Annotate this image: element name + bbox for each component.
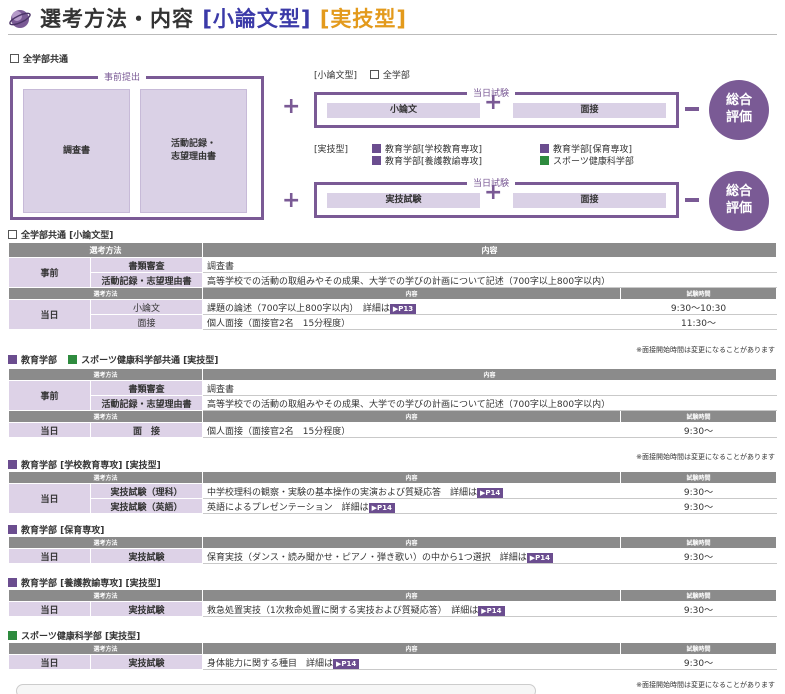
table-row: 活動記録・志望理由書 高等学校での活動の取組みやその成果、大学での学びの計画につ…: [9, 395, 778, 411]
table-common-essay: 選考方法 内容 事前 書類審査 調査書 活動記録・志望理由書 高等学校での活動の…: [8, 242, 777, 330]
table-header: 選考方法 内容 試験時間: [8, 287, 777, 300]
purple-square-icon: [540, 144, 549, 153]
page-link-p14[interactable]: ▶P14: [368, 502, 395, 513]
table-school-nurse: 選考方法 内容 試験時間 当日 実技試験 救急処置実技（1次救命処置に関する実技…: [7, 589, 778, 617]
table-header: 選考方法 内容 試験時間: [7, 471, 778, 484]
table-row: 当日 実技試験 身体能力に関する種目 詳細は ▶P14 9:30〜: [8, 654, 778, 670]
purple-square-icon: [372, 156, 381, 165]
checkbox-icon: [8, 230, 17, 239]
section-title-school-nurse: 教育学部 [養護教諭専攻] [実技型]: [8, 576, 161, 589]
table-row: 当日 実技試験 救急処置実技（1次救命処置に関する実技および質疑応答） 詳細は ▶…: [8, 601, 778, 617]
essay-box: 小論文: [327, 103, 480, 118]
section-title-common-essay: 全学部共通 [小論文型]: [8, 228, 113, 241]
table-row: 当日 面 接 個人面接（面接官2名 15分程度） 9:30〜: [8, 422, 778, 438]
plus-icon: +: [282, 94, 301, 119]
practical-faculty-4: スポーツ健康科学部: [540, 154, 634, 167]
interview-time-note: ※面接開始時間は変更になることがあります: [636, 681, 775, 689]
table-header: 選考方法 内容: [8, 242, 777, 258]
plus-icon: +: [282, 188, 301, 213]
page-link-p14[interactable]: ▶P14: [333, 658, 360, 669]
practical-type-label: [実技型]: [314, 145, 349, 155]
pre-submission-caption: 事前提出: [98, 70, 147, 83]
page-title: 選考方法・内容 [小論文型] [実技型]: [40, 3, 407, 33]
horizontal-scrollbar[interactable]: [16, 684, 536, 694]
checkbox-icon: [369, 70, 379, 79]
table-header: 選考方法 内容 試験時間: [7, 536, 778, 549]
overall-evaluation-circle: 総合 評価: [709, 171, 769, 231]
practical-faculty-3: 教育学部[養護教諭専攻]: [372, 154, 482, 167]
header-rule: [8, 34, 777, 35]
checkbox-icon: [10, 54, 19, 63]
page-link-p14[interactable]: ▶P14: [526, 552, 554, 563]
overall-evaluation-circle: 総合 評価: [709, 80, 769, 140]
common-label: 全学部共通: [10, 52, 68, 65]
interview-box: 面接: [513, 103, 666, 118]
section-title-nursery: 教育学部 [保育専攻]: [8, 523, 104, 536]
table-nursery: 選考方法 内容 試験時間 当日 実技試験 保育実技（ダンス・読み聞かせ・ピアノ・…: [7, 536, 778, 564]
section-title-sports: スポーツ健康科学部 [実技型]: [8, 629, 140, 642]
table-practical-common: 選考方法 内容 事前 書類審査 調査書 活動記録・志望理由書 高等学校での活動の…: [7, 368, 778, 438]
doc-transcript: 調査書: [23, 89, 130, 213]
table-row: 活動記録・志望理由書 高等学校での活動の取組みやその成果、大学での学びの計画につ…: [9, 272, 777, 288]
table-header: 選考方法 内容: [7, 368, 778, 381]
plus-icon: +: [484, 90, 503, 115]
table-header: 選考方法 内容 試験時間: [7, 642, 778, 655]
table-header: 選考方法 内容 試験時間: [7, 410, 778, 423]
section-title-practical-common: 教育学部 スポーツ健康科学部共通 [実技型]: [8, 353, 218, 366]
table-row: 実技試験（英語） 英語によるプレゼンテーション 詳細は ▶P14 9:30〜: [9, 498, 778, 514]
exam-day-frame-essay: 当日試験 小論文 + 面接: [314, 86, 679, 128]
interview-time-note: ※面接開始時間は変更になることがあります: [636, 453, 775, 461]
table-row: 面接 個人面接（面接官2名 15分程度） 11:30〜: [9, 314, 777, 330]
logo-icon: [9, 10, 31, 28]
purple-square-icon: [8, 525, 17, 534]
minus-icon: [685, 107, 699, 111]
green-square-icon: [68, 355, 78, 364]
page-link-p13[interactable]: ▶P13: [389, 303, 417, 314]
page-header: 選考方法・内容 [小論文型] [実技型]: [0, 0, 785, 36]
doc-activity-record: 活動記録・ 志望理由書: [140, 89, 247, 213]
plus-icon: +: [484, 180, 503, 205]
purple-square-icon: [8, 460, 17, 469]
purple-square-icon: [8, 578, 17, 587]
table-row: 事前 書類審査 調査書: [8, 257, 777, 288]
table-school-education: 選考方法 内容 試験時間 当日 実技試験（理科） 中学校理科の観察・実験の基本操…: [7, 471, 778, 514]
interview-time-note: ※面接開始時間は変更になることがあります: [636, 346, 775, 354]
minus-icon: [685, 198, 699, 202]
interview-box: 面接: [513, 193, 666, 208]
exam-day-frame-practical: 当日試験 実技試験 + 面接: [314, 176, 679, 218]
green-square-icon: [540, 156, 549, 165]
page-link-p14[interactable]: ▶P14: [477, 487, 504, 498]
table-row: 当日 実技試験 保育実技（ダンス・読み聞かせ・ピアノ・弾き歌い）の中から1つ選択…: [8, 548, 778, 564]
table-header: 選考方法 内容 試験時間: [7, 589, 778, 602]
essay-type-label: [小論文型] 全学部: [314, 70, 410, 81]
title-essay-type: [小論文型]: [202, 7, 312, 31]
section-title-school-education: 教育学部 [学校教育専攻] [実技型]: [8, 458, 161, 471]
green-square-icon: [8, 631, 17, 640]
pre-submission-frame: 事前提出 調査書 活動記録・ 志望理由書: [10, 70, 264, 220]
title-practical-type: [実技型]: [319, 7, 408, 31]
title-main: 選考方法・内容: [40, 7, 194, 31]
purple-square-icon: [372, 144, 381, 153]
practical-box: 実技試験: [327, 193, 480, 208]
table-row: 事前 書類審査 調査書: [8, 380, 778, 411]
table-sports: 選考方法 内容 試験時間 当日 実技試験 身体能力に関する種目 詳細は ▶P14 …: [7, 642, 778, 670]
purple-square-icon: [8, 355, 17, 364]
table-row: 当日 小論文 課題の論述（700字以上800字以内） 詳細は ▶P13 9:30〜…: [8, 299, 777, 330]
page-link-p14[interactable]: ▶P14: [478, 605, 505, 616]
table-row: 当日 実技試験（理科） 中学校理科の観察・実験の基本操作の実演および質疑応答 詳…: [8, 483, 778, 514]
